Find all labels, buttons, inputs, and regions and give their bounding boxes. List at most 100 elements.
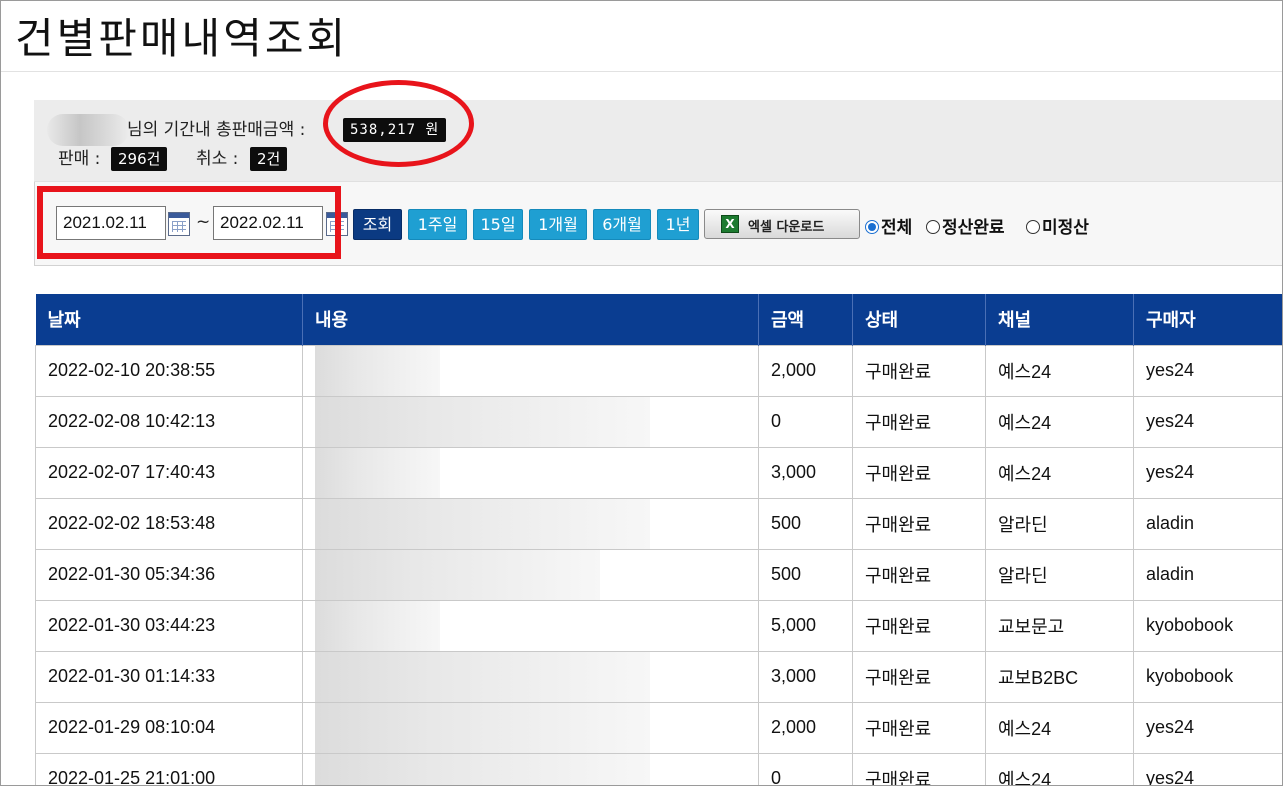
cell-status: 구매완료	[852, 599, 986, 652]
cell-content	[302, 344, 759, 397]
cell-content	[302, 446, 759, 499]
annotation-box	[37, 186, 341, 259]
blurred-content	[315, 703, 650, 752]
column-header-date[interactable]: 날짜	[35, 294, 303, 345]
search-button[interactable]: 조회	[353, 209, 402, 240]
cell-status: 구매완료	[852, 446, 986, 499]
cell-date: 2022-02-07 17:40:43	[35, 446, 303, 499]
cell-amount: 3,000	[758, 650, 853, 703]
cell-channel: 예스24	[985, 752, 1134, 785]
sales-table: 날짜 내용 금액 상태 채널 구매자 2022-02-10 20:38:55 2,…	[35, 294, 1282, 785]
period-1year-button[interactable]: 1년	[657, 209, 699, 240]
column-header-status[interactable]: 상태	[852, 294, 986, 345]
radio-settled[interactable]: 정산완료	[926, 213, 1005, 238]
cell-buyer[interactable]: yes24	[1133, 446, 1282, 499]
table-row[interactable]: 2022-02-08 10:42:13 0 구매완료 예스24 yes24	[35, 395, 1282, 448]
cell-buyer[interactable]: yes24	[1133, 752, 1282, 785]
cell-date: 2022-01-29 08:10:04	[35, 701, 303, 754]
radio-all[interactable]: 전체	[865, 213, 912, 238]
cell-content	[302, 701, 759, 754]
cell-channel: 알라딘	[985, 548, 1134, 601]
table-header-row: 날짜 내용 금액 상태 채널 구매자	[35, 294, 1282, 345]
cell-content	[302, 497, 759, 550]
period-1month-button[interactable]: 1개월	[529, 209, 587, 240]
blurred-content	[315, 397, 650, 446]
cell-channel: 예스24	[985, 701, 1134, 754]
excel-download-button[interactable]: X 엑셀 다운로드	[704, 209, 860, 239]
summary-header-band	[34, 100, 1282, 182]
blurred-content	[315, 550, 600, 599]
cell-content	[302, 395, 759, 448]
blurred-content	[315, 601, 440, 650]
cell-content	[302, 599, 759, 652]
blurred-content	[315, 652, 650, 701]
sales-count-label: 판매 :	[58, 149, 101, 169]
blurred-content	[315, 448, 440, 497]
radio-unselected-icon[interactable]	[1026, 220, 1040, 234]
excel-download-label: 엑셀 다운로드	[748, 220, 825, 235]
radio-unselected-icon[interactable]	[926, 220, 940, 234]
cell-buyer[interactable]: kyobobook	[1133, 650, 1282, 703]
page-title: 건별판매내역조회	[15, 14, 349, 63]
cell-buyer[interactable]: yes24	[1133, 701, 1282, 754]
cell-channel: 예스24	[985, 446, 1134, 499]
column-header-content[interactable]: 내용	[302, 294, 759, 345]
cell-amount: 0	[758, 395, 853, 448]
column-header-buyer[interactable]: 구매자	[1133, 294, 1282, 345]
cell-date: 2022-01-30 05:34:36	[35, 548, 303, 601]
table-row[interactable]: 2022-01-25 21:01:00 0 구매완료 예스24 yes24	[35, 752, 1282, 785]
table-row[interactable]: 2022-01-30 01:14:33 3,000 구매완료 교보B2BC kyobob…	[35, 650, 1282, 703]
column-header-amount[interactable]: 금액	[758, 294, 853, 345]
cancel-count-badge: 2건	[250, 147, 288, 171]
column-header-channel[interactable]: 채널	[985, 294, 1134, 345]
cell-amount: 3,000	[758, 446, 853, 499]
cell-amount: 2,000	[758, 701, 853, 754]
cell-channel: 알라딘	[985, 497, 1134, 550]
cell-channel: 교보문고	[985, 599, 1134, 652]
cell-date: 2022-01-30 03:44:23	[35, 599, 303, 652]
blurred-content	[315, 754, 650, 785]
excel-icon: X	[721, 215, 739, 233]
cell-status: 구매완료	[852, 701, 986, 754]
radio-unsettled[interactable]: 미정산	[1026, 213, 1089, 238]
cell-channel: 예스24	[985, 395, 1134, 448]
cell-buyer[interactable]: yes24	[1133, 395, 1282, 448]
cell-date: 2022-01-30 01:14:33	[35, 650, 303, 703]
cell-content	[302, 548, 759, 601]
cell-date: 2022-01-25 21:01:00	[35, 752, 303, 785]
cell-channel: 교보B2BC	[985, 650, 1134, 703]
cell-amount: 5,000	[758, 599, 853, 652]
cell-buyer[interactable]: kyobobook	[1133, 599, 1282, 652]
cell-status: 구매완료	[852, 650, 986, 703]
cell-amount: 0	[758, 752, 853, 785]
cell-buyer[interactable]: yes24	[1133, 344, 1282, 397]
radio-selected-icon[interactable]	[865, 220, 879, 234]
period-1week-button[interactable]: 1주일	[408, 209, 467, 240]
table-row[interactable]: 2022-02-07 17:40:43 3,000 구매완료 예스24 yes24	[35, 446, 1282, 499]
cell-amount: 2,000	[758, 344, 853, 397]
period-15days-button[interactable]: 15일	[473, 209, 523, 240]
table-row[interactable]: 2022-02-02 18:53:48 500 구매완료 알라딘 aladin	[35, 497, 1282, 550]
cell-content	[302, 752, 759, 785]
cell-date: 2022-02-08 10:42:13	[35, 395, 303, 448]
cell-status: 구매완료	[852, 395, 986, 448]
table-row[interactable]: 2022-01-30 05:34:36 500 구매완료 알라딘 aladin	[35, 548, 1282, 601]
sales-count-badge: 296건	[111, 147, 168, 171]
period-6months-button[interactable]: 6개월	[593, 209, 651, 240]
cell-status: 구매완료	[852, 497, 986, 550]
title-divider	[1, 71, 1282, 72]
cell-channel: 예스24	[985, 344, 1134, 397]
cell-amount: 500	[758, 548, 853, 601]
cell-status: 구매완료	[852, 752, 986, 785]
total-sales-label: 님의 기간내 총판매금액 :	[127, 120, 306, 140]
blurred-content	[315, 346, 440, 395]
table-row[interactable]: 2022-02-10 20:38:55 2,000 구매완료 예스24 yes24	[35, 344, 1282, 397]
page-frame: 건별판매내역조회 님의 기간내 총판매금액 : 538,217 원 판매 : 2…	[0, 0, 1283, 786]
table-row[interactable]: 2022-01-30 03:44:23 5,000 구매완료 교보문고 kyoboboo…	[35, 599, 1282, 652]
table-row[interactable]: 2022-01-29 08:10:04 2,000 구매완료 예스24 yes24	[35, 701, 1282, 754]
cancel-count-label: 취소 :	[196, 149, 239, 169]
cell-buyer[interactable]: aladin	[1133, 548, 1282, 601]
blurred-content	[315, 499, 650, 548]
cell-buyer[interactable]: aladin	[1133, 497, 1282, 550]
cell-date: 2022-02-02 18:53:48	[35, 497, 303, 550]
